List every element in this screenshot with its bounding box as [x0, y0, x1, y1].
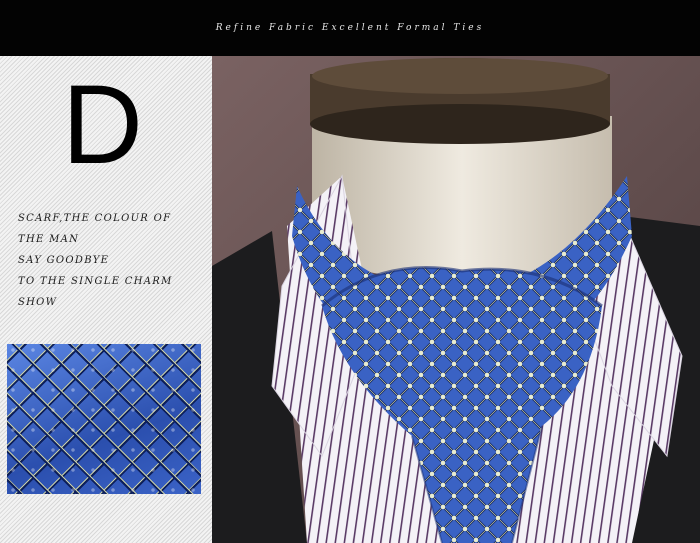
mannequin-photo	[212, 56, 700, 543]
tagline-line: SHOW	[18, 297, 58, 308]
mannequin-illustration	[212, 56, 700, 543]
fabric-swatch	[7, 344, 201, 494]
top-banner: Refine Fabric Excellent Formal Ties	[0, 0, 700, 56]
tagline-line: TO THE SINGLE CHARM	[18, 276, 173, 287]
variant-letter: D	[62, 62, 143, 187]
tagline-line: THE MAN	[18, 234, 80, 245]
product-image: Refine Fabric Excellent Formal Ties D SC…	[0, 0, 700, 543]
banner-title: Refine Fabric Excellent Formal Ties	[215, 23, 485, 33]
tagline-line: SAY GOODBYE	[18, 255, 110, 266]
tagline: SCARF,THE COLOUR OF THE MAN SAY GOODBYE …	[18, 208, 208, 313]
tagline-line: SCARF,THE COLOUR OF	[18, 213, 172, 224]
info-panel: D SCARF,THE COLOUR OF THE MAN SAY GOODBY…	[0, 56, 212, 543]
